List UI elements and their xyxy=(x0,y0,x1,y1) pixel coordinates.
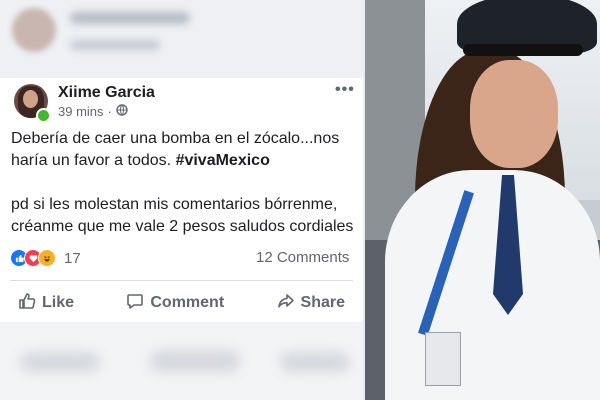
facebook-screenshot-area: Xiime Garcia 39 mins · ••• Debería de ca… xyxy=(0,0,363,400)
comment-icon xyxy=(126,292,144,315)
post-body: Debería de caer una bomba en el zócalo..… xyxy=(11,128,356,260)
haha-reaction-icon xyxy=(38,249,56,267)
post-paragraph-2: pd si les molestan mis comentarios bórre… xyxy=(11,196,354,235)
online-status-indicator xyxy=(36,108,51,123)
share-label: Share xyxy=(300,294,345,311)
pilot-face xyxy=(470,60,558,168)
blurred-avatar xyxy=(12,8,56,52)
id-badge xyxy=(425,332,461,386)
globe-icon xyxy=(116,104,128,119)
comment-label: Comment xyxy=(150,294,225,311)
thumbs-up-icon xyxy=(18,292,36,315)
comment-button[interactable]: Comment xyxy=(118,290,232,316)
post-time[interactable]: 39 mins xyxy=(58,104,104,119)
pilot-photo xyxy=(365,0,600,400)
blurred-previous-post xyxy=(0,0,363,80)
author-name[interactable]: Xiime Garcia xyxy=(58,84,155,102)
blurred-comment-area xyxy=(0,322,363,400)
share-button[interactable]: Share xyxy=(269,290,353,316)
meta-separator: · xyxy=(107,104,112,119)
post-card: Xiime Garcia 39 mins · ••• Debería de ca… xyxy=(0,78,363,322)
like-label: Like xyxy=(42,294,75,311)
post-meta: 39 mins · xyxy=(58,104,128,119)
avatar-face xyxy=(23,90,38,108)
blurred-shape xyxy=(280,352,350,372)
blurred-shape xyxy=(150,350,240,372)
like-button[interactable]: Like xyxy=(10,290,82,316)
share-arrow-icon xyxy=(277,292,295,315)
blurred-shape xyxy=(20,352,100,372)
pilot-shirt xyxy=(385,170,600,400)
post-actions: Like Comment Share xyxy=(10,290,353,316)
divider xyxy=(10,280,353,281)
reactions-summary[interactable]: 17 xyxy=(10,249,81,267)
post-options-button[interactable]: ••• xyxy=(335,81,355,99)
blurred-line xyxy=(70,40,160,50)
reaction-count: 17 xyxy=(64,249,81,267)
comments-count-link[interactable]: 12 Comments xyxy=(256,249,349,266)
blurred-line xyxy=(70,12,190,24)
pilot-cap-visor xyxy=(463,44,583,56)
post-paragraph-1: Debería de caer una bomba en el zócalo..… xyxy=(11,128,356,172)
hashtag-link[interactable]: #vivaMexico xyxy=(176,152,270,169)
